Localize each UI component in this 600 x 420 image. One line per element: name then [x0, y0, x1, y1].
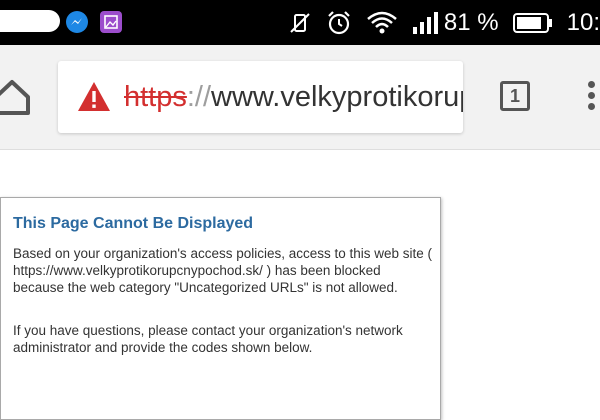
url-text[interactable]: https://www.velkyprotikorupc: [124, 80, 463, 114]
alarm-icon: [326, 10, 352, 36]
browser-toolbar: https://www.velkyprotikorupc 1: [0, 45, 600, 150]
messenger-icon: [66, 11, 88, 33]
battery-percent: 81 %: [443, 8, 499, 36]
gallery-icon: [100, 11, 122, 33]
page-content: This Page Cannot Be Displayed Based on y…: [0, 150, 600, 420]
status-bar: 81 % 10:: [0, 0, 600, 45]
home-icon: [0, 80, 30, 115]
signal-icon: [412, 11, 438, 35]
address-bar[interactable]: https://www.velkyprotikorupc: [58, 61, 463, 133]
blocked-page-panel: This Page Cannot Be Displayed Based on y…: [0, 197, 441, 420]
error-title: This Page Cannot Be Displayed: [13, 215, 254, 232]
url-separator: ://: [186, 81, 212, 113]
menu-dot: [588, 103, 595, 110]
contact-admin-message: If you have questions, please contact yo…: [13, 323, 403, 355]
home-button[interactable]: [0, 73, 36, 121]
vibrate-off-icon: [288, 11, 312, 35]
menu-dot: [588, 92, 595, 99]
battery-icon: [512, 12, 553, 34]
menu-button[interactable]: [588, 81, 600, 111]
menu-dot: [588, 81, 595, 88]
clock-time: 10:: [566, 8, 600, 36]
url-scheme: https: [124, 81, 187, 113]
tab-switcher-button[interactable]: 1: [500, 81, 530, 111]
warning-icon[interactable]: [76, 79, 112, 115]
error-message: Based on your organization's access poli…: [13, 246, 433, 295]
notification-icon: [0, 10, 60, 32]
wifi-icon: [366, 10, 398, 36]
status-right-group: 81 % 10:: [274, 0, 600, 45]
url-host: www.velkyprotikorupc: [211, 81, 463, 113]
